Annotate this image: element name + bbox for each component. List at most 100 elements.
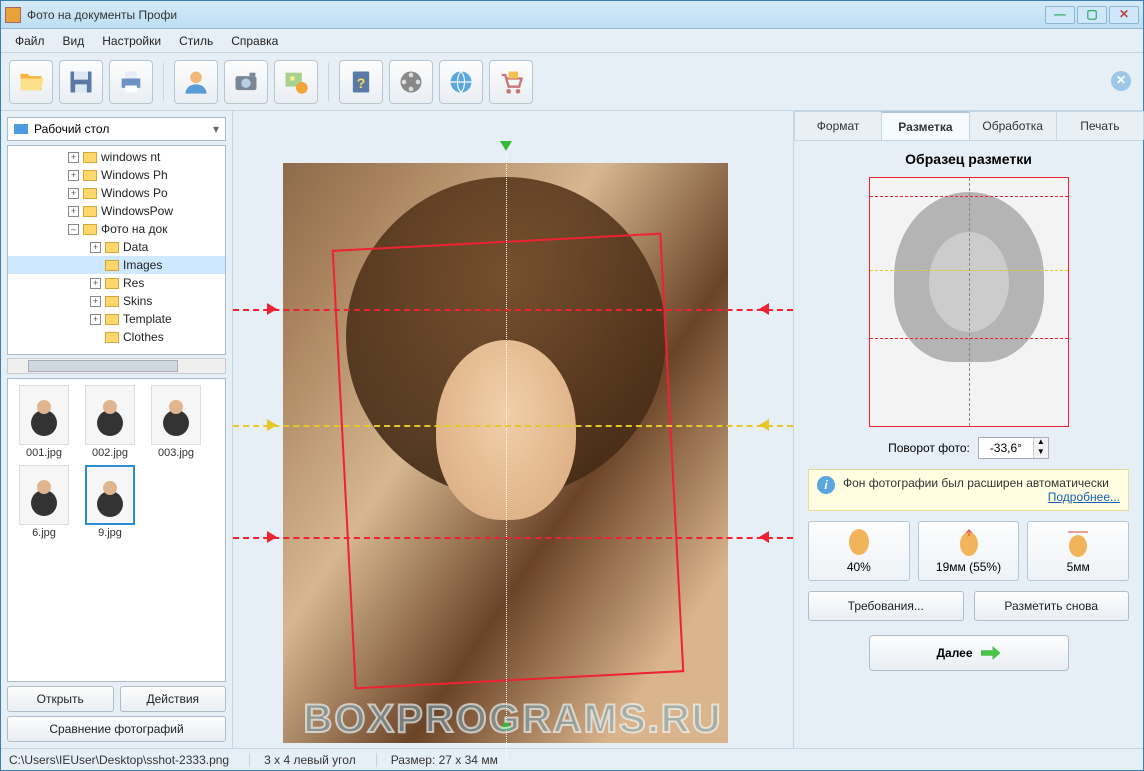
markup-sample (869, 177, 1069, 427)
folder-icon (83, 224, 97, 235)
guide-handle-right[interactable] (759, 419, 769, 431)
guide-top-of-head[interactable] (233, 309, 793, 311)
guide-handle-bottom[interactable] (500, 720, 512, 730)
folder-icon (83, 206, 97, 217)
close-button[interactable]: ✕ (1109, 6, 1139, 24)
tree-item[interactable]: +Clothes (8, 328, 225, 346)
tab-markup[interactable]: Разметка (881, 111, 969, 140)
tree-item[interactable]: +Windows Ph (8, 166, 225, 184)
tree-item-selected[interactable]: +Images (8, 256, 225, 274)
tab-format[interactable]: Формат (794, 111, 882, 140)
head-silhouette-icon (845, 528, 873, 558)
toolbar-shop[interactable] (489, 60, 533, 104)
sample-vline (969, 178, 970, 426)
arrow-right-icon (981, 646, 1001, 660)
tab-print[interactable]: Печать (1056, 111, 1144, 140)
user-icon (182, 68, 210, 96)
actions-button[interactable]: Действия (120, 686, 227, 712)
status-format: 3 x 4 левый угол (249, 753, 356, 767)
guide-eyes[interactable] (233, 425, 793, 427)
left-panel: Рабочий стол ▾ +windows nt +Windows Ph +… (1, 111, 233, 748)
menu-help[interactable]: Справка (223, 32, 286, 50)
minimize-button[interactable]: — (1045, 6, 1075, 24)
status-size: Размер: 27 x 34 мм (376, 753, 498, 767)
requirements-button[interactable]: Требования... (808, 591, 964, 621)
menu-view[interactable]: Вид (55, 32, 93, 50)
metric-head-height[interactable]: 19мм (55%) (918, 521, 1020, 581)
svg-text:?: ? (357, 74, 366, 90)
tree-item[interactable]: +Data (8, 238, 225, 256)
metric-top-margin[interactable]: 5мм (1027, 521, 1129, 581)
hint-close-icon[interactable]: ✕ (1111, 71, 1131, 91)
menubar: Файл Вид Настройки Стиль Справка (1, 29, 1143, 53)
info-banner: i Фон фотографии был расширен автоматиче… (808, 469, 1129, 511)
camera-icon (232, 68, 260, 96)
toolbar-help[interactable]: ? (339, 60, 383, 104)
tree-item[interactable]: +WindowsPow (8, 202, 225, 220)
guide-handle-left[interactable] (267, 419, 277, 431)
tree-item[interactable]: +Res (8, 274, 225, 292)
toolbar-camera[interactable] (224, 60, 268, 104)
toolbar-image-settings[interactable] (274, 60, 318, 104)
rotation-spinner[interactable]: ▲▼ (978, 437, 1049, 459)
crop-rectangle[interactable] (332, 233, 685, 690)
head-height-icon (955, 528, 983, 558)
toolbar-open[interactable] (9, 60, 53, 104)
center-vline (506, 141, 507, 761)
guide-handle-right[interactable] (759, 303, 769, 315)
desktop-icon (14, 124, 28, 134)
tree-item[interactable]: –Фото на док (8, 220, 225, 238)
toolbar-save[interactable] (59, 60, 103, 104)
rotation-input[interactable] (979, 441, 1033, 455)
toolbar-web[interactable] (439, 60, 483, 104)
folder-icon (105, 314, 119, 325)
guide-handle-right[interactable] (759, 531, 769, 543)
guide-chin[interactable] (233, 537, 793, 539)
thumbnail-selected[interactable]: 9.jpg (80, 465, 140, 539)
next-label: Далее (936, 646, 972, 660)
tree-hscrollbar[interactable] (7, 358, 226, 374)
thumbnail[interactable]: 001.jpg (14, 385, 74, 459)
thumbnail[interactable]: 003.jpg (146, 385, 206, 459)
spinner-down[interactable]: ▼ (1034, 448, 1048, 458)
toolbar-user[interactable] (174, 60, 218, 104)
thumbnail-grid: 001.jpg 002.jpg 003.jpg 6.jpg 9.jpg (7, 378, 226, 682)
toolbar: ? ✕ (1, 53, 1143, 111)
folder-icon (105, 278, 119, 289)
next-button[interactable]: Далее (869, 635, 1069, 671)
chevron-down-icon: ▾ (213, 122, 219, 136)
metric-face-pct[interactable]: 40% (808, 521, 910, 581)
folder-icon (83, 188, 97, 199)
guide-handle-left[interactable] (267, 531, 277, 543)
menu-style[interactable]: Стиль (171, 32, 221, 50)
maximize-button[interactable]: ▢ (1077, 6, 1107, 24)
folder-icon (105, 242, 119, 253)
tree-item[interactable]: +Template (8, 310, 225, 328)
tree-item[interactable]: +Windows Po (8, 184, 225, 202)
thumbnail[interactable]: 002.jpg (80, 385, 140, 459)
info-icon: i (817, 476, 835, 494)
film-reel-icon (397, 68, 425, 96)
markup-title: Образец разметки (808, 151, 1129, 167)
photo-canvas[interactable]: BOXPROGRAMS.RU (233, 111, 793, 748)
folder-tree[interactable]: +windows nt +Windows Ph +Windows Po +Win… (7, 145, 226, 355)
menu-settings[interactable]: Настройки (94, 32, 169, 50)
remark-button[interactable]: Разметить снова (974, 591, 1130, 621)
toolbar-print[interactable] (109, 60, 153, 104)
tab-processing[interactable]: Обработка (969, 111, 1057, 140)
open-button[interactable]: Открыть (7, 686, 114, 712)
folder-icon (83, 170, 97, 181)
guide-handle-left[interactable] (267, 303, 277, 315)
save-icon (67, 68, 95, 96)
toolbar-video[interactable] (389, 60, 433, 104)
image-gear-icon (282, 68, 310, 96)
compare-button[interactable]: Сравнение фотографий (7, 716, 226, 742)
tree-item[interactable]: +Skins (8, 292, 225, 310)
menu-file[interactable]: Файл (7, 32, 53, 50)
guide-handle-top[interactable] (500, 141, 512, 151)
thumbnail[interactable]: 6.jpg (14, 465, 74, 539)
tree-item[interactable]: +windows nt (8, 148, 225, 166)
right-panel: Формат Разметка Обработка Печать Образец… (793, 111, 1143, 748)
location-combo[interactable]: Рабочий стол ▾ (7, 117, 226, 141)
info-more-link[interactable]: Подробнее... (1048, 490, 1120, 504)
